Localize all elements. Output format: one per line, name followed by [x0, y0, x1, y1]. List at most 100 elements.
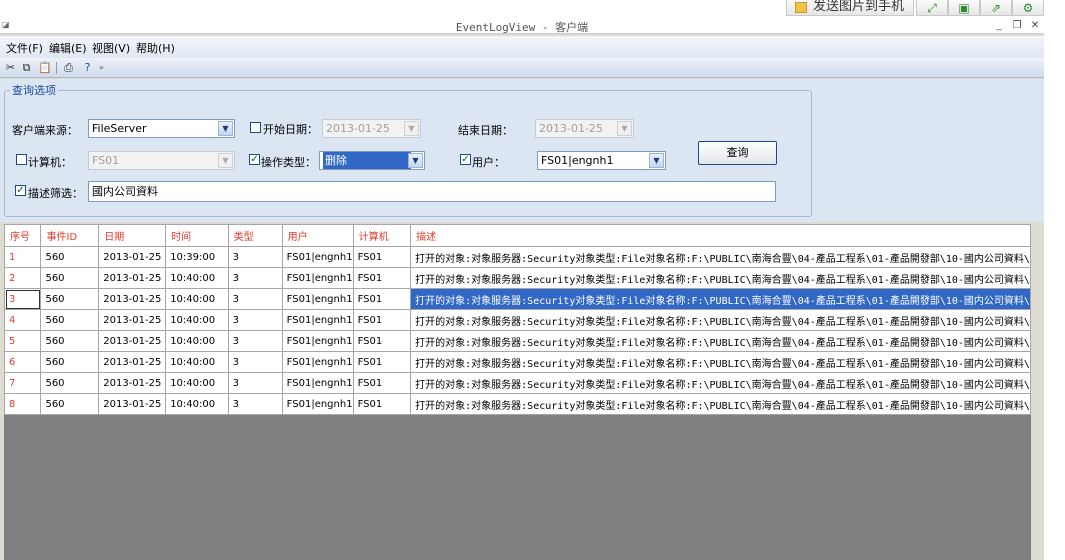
window-title: EventLogView - 客户端	[455, 21, 589, 34]
cell-event-id: 560	[40, 372, 100, 394]
cell-type: 3	[227, 351, 283, 373]
cell-event-id: 560	[40, 330, 100, 352]
cell-event-id: 560	[40, 393, 100, 415]
cell-date: 2013-01-25	[98, 351, 167, 373]
cell-time: 10:40:00	[165, 288, 229, 310]
user-select[interactable]: FS01|engnh1 ▼	[537, 151, 666, 170]
cell-index: 3	[3, 288, 42, 310]
description-filter-label: 描述筛选：	[28, 187, 83, 200]
cell-type: 3	[227, 288, 283, 310]
user-label: 用户：	[472, 156, 505, 169]
source-select[interactable]: FileServer ▼	[88, 119, 235, 138]
table-row[interactable]: 4 560 2013-01-25 10:40:00 3 FS01|engnh1 FS01 打开…	[3, 309, 1031, 331]
table-row[interactable]: 7 560 2013-01-25 10:40:00 3 FS01|engnh1 FS01 打开…	[3, 372, 1031, 394]
cell-user: FS01|engnh1	[281, 288, 354, 310]
table-row[interactable]: 2 560 2013-01-25 10:40:00 3 FS01|engnh1 FS01 打开…	[3, 267, 1031, 289]
cell-user: FS01|engnh1	[281, 330, 354, 352]
description-filter-checkbox[interactable]: ✓	[15, 185, 26, 196]
cell-type: 3	[227, 330, 283, 352]
end-date-value: 2013-01-25	[539, 122, 603, 135]
app-window: ◪ EventLogView - 客户端 _ ❐ ✕ 文件(F) 编辑(E) 视…	[0, 18, 1044, 560]
share-icon: ⇗	[990, 1, 1002, 15]
cell-user: FS01|engnh1	[281, 309, 354, 331]
table-row[interactable]: 8 560 2013-01-25 10:40:00 3 FS01|engnh1 FS01 打开…	[3, 393, 1031, 415]
cell-computer: FS01	[352, 309, 412, 331]
paste-icon[interactable]: 📋	[38, 61, 52, 74]
event-log-grid[interactable]: 序号 事件ID 日期 时间 类型 用户 计算机 描述 1 560 2013-01-2…	[3, 224, 1031, 560]
query-button[interactable]: 查询	[698, 141, 777, 165]
cell-date: 2013-01-25	[98, 330, 167, 352]
cell-description: 打开的对象:对象服务器:Security对象类型:File对象名称:F:\PUB…	[410, 267, 1031, 289]
copy-icon[interactable]: ⧉	[20, 61, 33, 74]
table-row[interactable]: 3 560 2013-01-25 10:40:00 3 FS01|engnh1 FS01 打开…	[3, 288, 1031, 310]
description-filter-input[interactable]: 國内公司資料	[88, 181, 776, 202]
end-date-picker[interactable]: 2013-01-25 ▼	[535, 119, 634, 138]
cell-description: 打开的对象:对象服务器:Security对象类型:File对象名称:F:\PUB…	[410, 351, 1031, 373]
user-checkbox[interactable]: ✓	[460, 154, 471, 165]
cell-time: 10:40:00	[165, 309, 229, 331]
print-icon[interactable]: ⎙	[62, 61, 75, 74]
table-row[interactable]: 6 560 2013-01-25 10:40:00 3 FS01|engnh1 FS01 打开…	[3, 351, 1031, 373]
minimize-icon[interactable]: _	[992, 20, 1006, 32]
cell-time: 10:40:00	[165, 393, 229, 415]
cell-type: 3	[227, 309, 283, 331]
cut-icon[interactable]: ✂	[4, 61, 17, 74]
close-icon[interactable]: ✕	[1028, 20, 1042, 32]
operation-type-label: 操作类型：	[261, 156, 316, 169]
cell-index: 4	[3, 309, 42, 331]
column-header-time[interactable]: 时间	[165, 224, 229, 247]
cell-date: 2013-01-25	[98, 372, 167, 394]
restore-icon[interactable]: ❐	[1010, 20, 1024, 32]
menu-help[interactable]: 帮助(H)	[136, 40, 175, 56]
cell-type: 3	[227, 372, 283, 394]
send-to-phone-button[interactable]: 发送图片到手机	[786, 0, 914, 16]
settings-button[interactable]: ⚙	[1012, 0, 1044, 16]
chevron-down-icon: ▼	[649, 153, 664, 168]
cell-user: FS01|engnh1	[281, 372, 354, 394]
start-date-picker[interactable]: 2013-01-25 ▼	[322, 119, 421, 138]
expand-icon: ⤢	[927, 1, 937, 15]
save-button[interactable]: ▣	[948, 0, 980, 16]
column-header-index[interactable]: 序号	[3, 224, 42, 247]
start-date-checkbox[interactable]	[250, 122, 261, 133]
toolbar-overflow-icon[interactable]: »	[99, 63, 104, 75]
table-row[interactable]: 1 560 2013-01-25 10:39:00 3 FS01|engnh1 FS01 打开…	[3, 246, 1031, 268]
cell-description: 打开的对象:对象服务器:Security对象类型:File对象名称:F:\PUB…	[410, 372, 1031, 394]
operation-type-checkbox[interactable]: ✓	[249, 154, 260, 165]
cell-event-id: 560	[40, 309, 100, 331]
chevron-down-icon: ▼	[218, 153, 233, 168]
cell-event-id: 560	[40, 351, 100, 373]
cell-computer: FS01	[352, 372, 412, 394]
column-header-computer[interactable]: 计算机	[352, 224, 412, 247]
expand-button[interactable]: ⤢	[916, 0, 948, 16]
cell-description: 打开的对象:对象服务器:Security对象类型:File对象名称:F:\PUB…	[410, 393, 1031, 415]
menu-view[interactable]: 视图(V)	[92, 40, 130, 56]
column-header-type[interactable]: 类型	[227, 224, 283, 247]
help-icon[interactable]: ?	[81, 61, 94, 74]
cell-time: 10:40:00	[165, 372, 229, 394]
table-row[interactable]: 5 560 2013-01-25 10:40:00 3 FS01|engnh1 FS01 打开…	[3, 330, 1031, 352]
column-header-date[interactable]: 日期	[98, 224, 167, 247]
cell-index: 6	[3, 351, 42, 373]
share-button[interactable]: ⇗	[980, 0, 1012, 16]
column-header-event-id[interactable]: 事件ID	[40, 224, 100, 247]
cell-description: 打开的对象:对象服务器:Security对象类型:File对象名称:F:\PUB…	[410, 330, 1031, 352]
computer-checkbox[interactable]	[16, 154, 27, 165]
column-header-description[interactable]: 描述	[410, 224, 1031, 247]
computer-select[interactable]: FS01 ▼	[88, 151, 235, 170]
menu-edit[interactable]: 编辑(E)	[49, 40, 87, 56]
cell-user: FS01|engnh1	[281, 246, 354, 268]
start-date-label: 开始日期：	[263, 123, 318, 136]
operation-type-select[interactable]: 删除 ▼	[319, 151, 425, 170]
cell-computer: FS01	[352, 246, 412, 268]
source-label: 客户端来源：	[12, 124, 78, 137]
column-header-user[interactable]: 用户	[281, 224, 354, 247]
cell-index: 5	[3, 330, 42, 352]
cell-computer: FS01	[352, 267, 412, 289]
menu-file[interactable]: 文件(F)	[6, 40, 43, 56]
computer-label: 计算机：	[28, 156, 72, 169]
user-select-value: FS01|engnh1	[541, 154, 614, 167]
cell-type: 3	[227, 267, 283, 289]
cell-computer: FS01	[352, 393, 412, 415]
event-table: 序号 事件ID 日期 时间 类型 用户 计算机 描述 1 560 2013-01-2…	[3, 224, 1031, 415]
